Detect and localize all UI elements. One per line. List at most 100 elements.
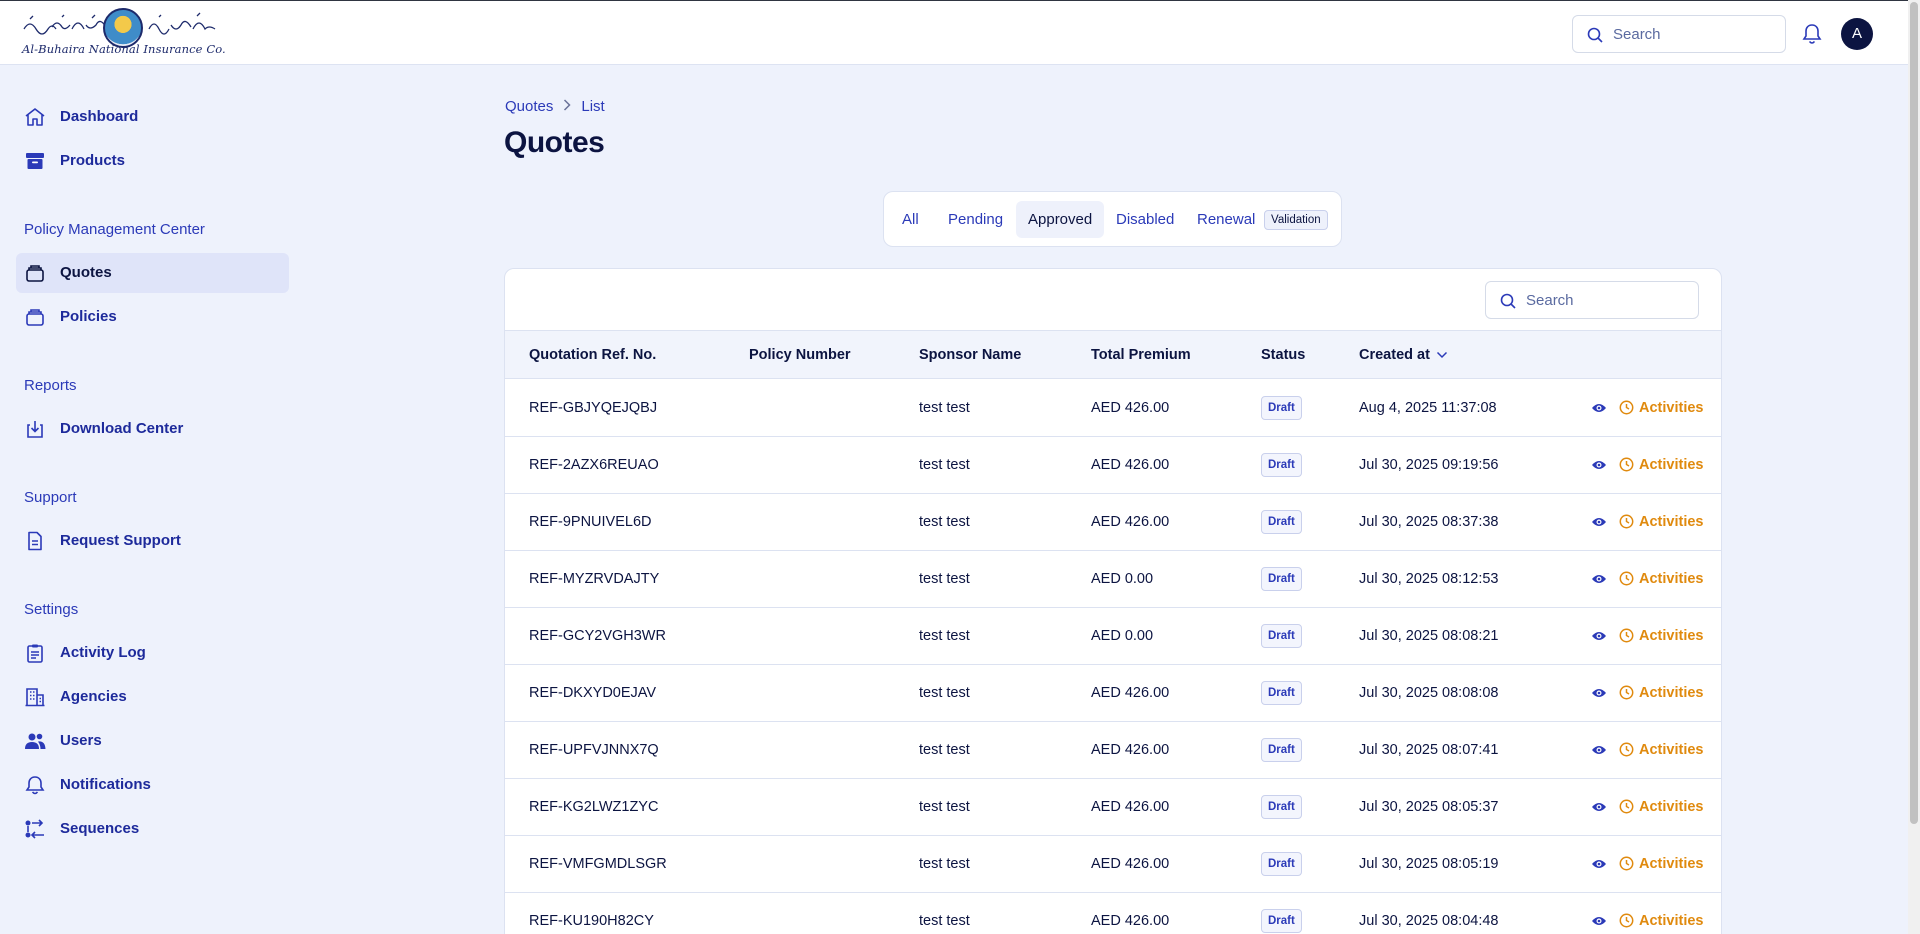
sidebar-item-quotes[interactable]: Quotes	[16, 253, 289, 293]
status-badge: Draft	[1261, 681, 1302, 705]
search-icon	[1587, 27, 1603, 43]
building-icon	[25, 688, 45, 707]
table-row[interactable]: REF-KG2LWZ1ZYC test test AED 426.00 Draft Ju…	[505, 779, 1721, 836]
sidebar-item-notifications[interactable]: Notifications	[16, 765, 289, 805]
table-row[interactable]: REF-2AZX6REUAO test test AED 426.00 Draft Ju…	[505, 437, 1721, 494]
column-header-status[interactable]: Status	[1261, 347, 1305, 363]
tab-disabled[interactable]: Disabled	[1104, 201, 1186, 238]
tab-renewal[interactable]: Renewal	[1185, 201, 1267, 238]
sidebar-item-label: Download Center	[60, 420, 184, 437]
tab-validation-badge[interactable]: Validation	[1264, 210, 1328, 230]
status-badge: Draft	[1261, 453, 1302, 477]
cell-created-at: Jul 30, 2025 08:05:19	[1359, 856, 1499, 872]
table-header: Quotation Ref. No. Policy Number Sponsor…	[505, 330, 1721, 379]
chevron-right-icon	[563, 98, 571, 115]
cell-ref: REF-KU190H82CY	[529, 913, 654, 929]
sidebar-item-label: Notifications	[60, 776, 151, 793]
sidebar-item-dashboard[interactable]: Dashboard	[16, 97, 289, 137]
table-row[interactable]: REF-GCY2VGH3WR test test AED 0.00 Draft Jul …	[505, 608, 1721, 665]
sidebar-item-label: Quotes	[60, 264, 112, 281]
activities-label: Activities	[1639, 457, 1704, 473]
sidebar-item-download-center[interactable]: Download Center	[16, 409, 289, 449]
sidebar-item-users[interactable]: Users	[16, 721, 289, 761]
view-eye-icon[interactable]	[1591, 686, 1607, 704]
cell-sponsor-name: test test	[919, 571, 970, 587]
column-header-policy-number[interactable]: Policy Number	[749, 347, 851, 363]
status-badge: Draft	[1261, 396, 1302, 420]
table-search-input[interactable]	[1526, 290, 1686, 310]
cell-sponsor-name: test test	[919, 400, 970, 416]
status-badge: Draft	[1261, 852, 1302, 876]
view-eye-icon[interactable]	[1591, 743, 1607, 761]
tab-pending[interactable]: Pending	[936, 201, 1015, 238]
page-title: Quotes	[504, 126, 605, 159]
column-header-ref[interactable]: Quotation Ref. No.	[529, 347, 656, 363]
sidebar-item-products[interactable]: Products	[16, 141, 289, 181]
activities-label: Activities	[1639, 742, 1704, 758]
section-heading-settings: Settings	[24, 601, 79, 618]
logo-wordmark: Al-Buhaira National Insurance Co.	[22, 42, 226, 56]
table-row[interactable]: REF-GBJYQEJQBJ test test AED 426.00 Draft Au…	[505, 380, 1721, 437]
cell-created-at: Jul 30, 2025 08:12:53	[1359, 571, 1499, 587]
view-eye-icon[interactable]	[1591, 857, 1607, 875]
users-icon	[25, 733, 46, 749]
column-header-sponsor-name[interactable]: Sponsor Name	[919, 347, 1021, 363]
stack-icon	[26, 265, 44, 282]
user-avatar[interactable]: A	[1841, 18, 1873, 50]
table-row[interactable]: REF-UPFVJNNX7Q test test AED 426.00 Draft Ju…	[505, 722, 1721, 779]
cell-sponsor-name: test test	[919, 913, 970, 929]
sidebar-item-activity-log[interactable]: Activity Log	[16, 633, 289, 673]
sidebar-item-request-support[interactable]: Request Support	[16, 521, 289, 561]
cell-ref: REF-KG2LWZ1ZYC	[529, 799, 659, 815]
view-eye-icon[interactable]	[1591, 458, 1607, 476]
view-eye-icon[interactable]	[1591, 914, 1607, 932]
view-eye-icon[interactable]	[1591, 572, 1607, 590]
cell-total-premium: AED 426.00	[1091, 457, 1170, 473]
table-row[interactable]: REF-VMFGMDLSGR test test AED 426.00 Draft Ju…	[505, 836, 1721, 893]
bell-icon	[25, 776, 45, 795]
cell-total-premium: AED 0.00	[1091, 628, 1154, 644]
sidebar-item-agencies[interactable]: Agencies	[16, 677, 289, 717]
status-badge: Draft	[1261, 795, 1302, 819]
table-row[interactable]: REF-MYZRVDAJTY test test AED 0.00 Draft Jul …	[505, 551, 1721, 608]
sidebar-item-sequences[interactable]: Sequences	[16, 809, 289, 849]
cell-total-premium: AED 426.00	[1091, 856, 1170, 872]
view-eye-icon[interactable]	[1591, 515, 1607, 533]
table-search[interactable]	[1485, 281, 1699, 319]
view-eye-icon[interactable]	[1591, 401, 1607, 419]
status-badge: Draft	[1261, 738, 1302, 762]
chevron-down-icon	[1436, 352, 1447, 359]
stack-icon	[26, 309, 44, 326]
logo-arabic-script	[23, 14, 107, 35]
scrollbar-thumb[interactable]	[1910, 2, 1918, 824]
global-search-input[interactable]	[1613, 24, 1773, 44]
view-eye-icon[interactable]	[1591, 800, 1607, 818]
page-scrollbar[interactable]	[1908, 0, 1920, 934]
sidebar-item-label: Activity Log	[60, 644, 146, 661]
column-header-created-at[interactable]: Created at	[1359, 347, 1448, 363]
section-heading-policy-management: Policy Management Center	[24, 221, 205, 238]
sidebar-item-policies[interactable]: Policies	[16, 297, 289, 337]
status-badge: Draft	[1261, 567, 1302, 591]
notifications-bell-icon[interactable]	[1802, 23, 1822, 45]
cell-created-at: Jul 30, 2025 08:08:21	[1359, 628, 1499, 644]
breadcrumb-root-link[interactable]: Quotes	[505, 98, 553, 115]
sidebar: Dashboard Products Policy Management Cen…	[0, 66, 300, 934]
cell-created-at: Jul 30, 2025 09:19:56	[1359, 457, 1499, 473]
activities-label: Activities	[1639, 571, 1704, 587]
table-row[interactable]: REF-KU190H82CY test test AED 426.00 Draft Ju…	[505, 893, 1721, 934]
cell-ref: REF-GCY2VGH3WR	[529, 628, 666, 644]
view-eye-icon[interactable]	[1591, 629, 1607, 647]
tab-approved[interactable]: Approved	[1016, 201, 1105, 238]
table-row[interactable]: REF-DKXYD0EJAV test test AED 426.00 Draft Ju…	[505, 665, 1721, 722]
cell-total-premium: AED 0.00	[1091, 571, 1154, 587]
column-header-total-premium[interactable]: Total Premium	[1091, 347, 1191, 363]
company-logo[interactable]: Al-Buhaira National Insurance Co.	[22, 7, 226, 59]
table-row[interactable]: REF-9PNUIVEL6D test test AED 426.00 Draft Ju…	[505, 494, 1721, 551]
tab-all[interactable]: All	[890, 201, 931, 238]
home-icon	[25, 108, 45, 126]
cell-total-premium: AED 426.00	[1091, 913, 1170, 929]
sidebar-item-label: Users	[60, 732, 102, 749]
global-search[interactable]	[1572, 15, 1786, 53]
cell-sponsor-name: test test	[919, 742, 970, 758]
